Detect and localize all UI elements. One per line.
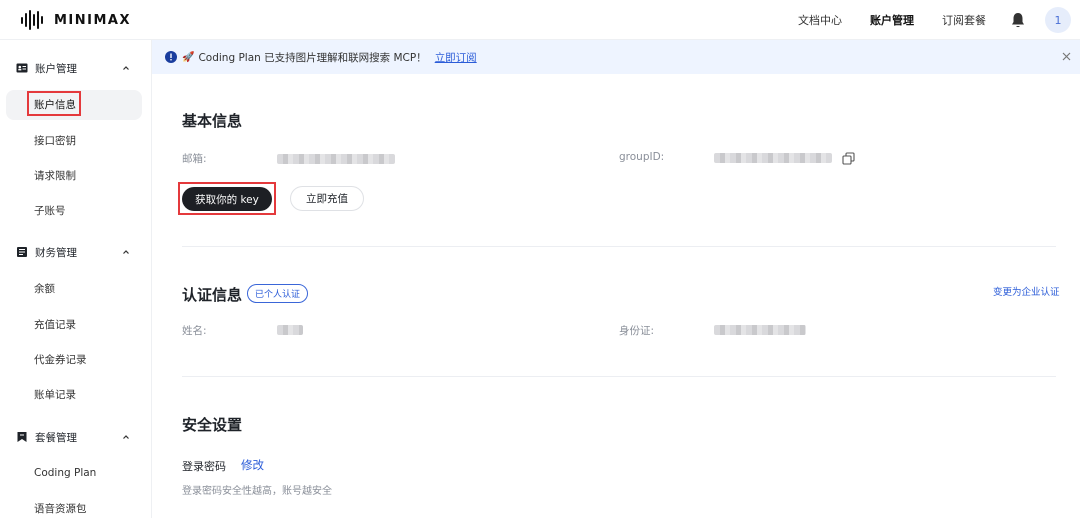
sidebar-item-sub-accounts[interactable]: 子账号 [34,201,66,219]
sidebar-group-label: 账户管理 [35,62,77,75]
sidebar-item-recharge-records[interactable]: 充值记录 [34,315,76,333]
sidebar-group-finance[interactable]: 财务管理 [16,242,136,262]
logo-text: MINIMAX [54,12,132,28]
sidebar-item-api-keys[interactable]: 接口密钥 [34,131,76,149]
sidebar-group-label: 财务管理 [35,246,77,259]
email-label: 邮箱: [182,153,207,165]
password-label: 登录密码 [182,460,226,473]
sidebar-item-bill-records[interactable]: 账单记录 [34,385,76,403]
section-divider [182,246,1056,247]
ledger-icon [17,247,27,257]
id-card-value-blurred [714,325,806,335]
logo[interactable]: MINIMAX [20,10,131,30]
group-id-value-blurred [714,153,832,163]
sidebar-item-voucher-records[interactable]: 代金券记录 [34,350,87,368]
avatar[interactable]: 1 [1045,7,1071,33]
sidebar-item-coding-plan[interactable]: Coding Plan [34,464,96,482]
recharge-button[interactable]: 立即充值 [290,186,364,211]
sidebar-group-label: 套餐管理 [35,431,77,444]
announcement-banner: 🚀 Coding Plan 已支持图片理解和联网搜索 MCP！ 立即订阅 [152,40,1080,74]
subscribe-link[interactable]: 立即订阅 [435,50,477,65]
sidebar-group-plans[interactable]: 套餐管理 [16,427,136,447]
nav-docs[interactable]: 文档中心 [798,0,842,40]
chevron-up-icon[interactable] [120,62,132,74]
email-value-blurred [277,154,395,164]
chevron-up-icon[interactable] [120,431,132,443]
sidebar-item-rate-limits[interactable]: 请求限制 [34,166,76,184]
sidebar-item-balance[interactable]: 余额 [34,279,55,297]
waveform-logo-icon [21,10,43,30]
password-hint: 登录密码安全性越高，账号越安全 [182,486,332,497]
auth-info-title: 认证信息 [182,286,243,304]
nav-account[interactable]: 账户管理 [870,0,914,40]
info-icon [165,51,177,63]
close-icon[interactable] [1061,51,1072,62]
copy-icon[interactable] [842,152,855,165]
sidebar-group-account[interactable]: 账户管理 [16,58,136,78]
top-bar: MINIMAX 文档中心 账户管理 订阅套餐 1 [0,0,1080,40]
group-id-label: groupID: [619,151,665,163]
sidebar-item-voice-packs[interactable]: 语音资源包 [34,499,87,517]
id-card-icon [16,63,28,73]
nav-subscription[interactable]: 订阅套餐 [942,0,986,40]
bookmark-icon [17,432,27,442]
security-title: 安全设置 [182,416,243,434]
edit-password-link[interactable]: 修改 [241,457,264,473]
verified-badge: 已个人认证 [247,284,309,303]
id-card-label: 身份证: [619,325,655,337]
banner-text: Coding Plan 已支持图片理解和联网搜索 MCP！ [198,51,427,64]
chevron-up-icon[interactable] [120,246,132,258]
switch-enterprise-link[interactable]: 变更为企业认证 [993,284,1060,298]
highlight-box-get-key [178,182,276,215]
basic-info-title: 基本信息 [182,112,243,130]
rocket-icon: 🚀 [182,51,195,63]
bell-icon[interactable] [1009,11,1027,29]
highlight-box-account-info [27,91,81,116]
name-label: 姓名: [182,325,207,337]
name-value-blurred [277,325,303,335]
section-divider [182,376,1056,377]
